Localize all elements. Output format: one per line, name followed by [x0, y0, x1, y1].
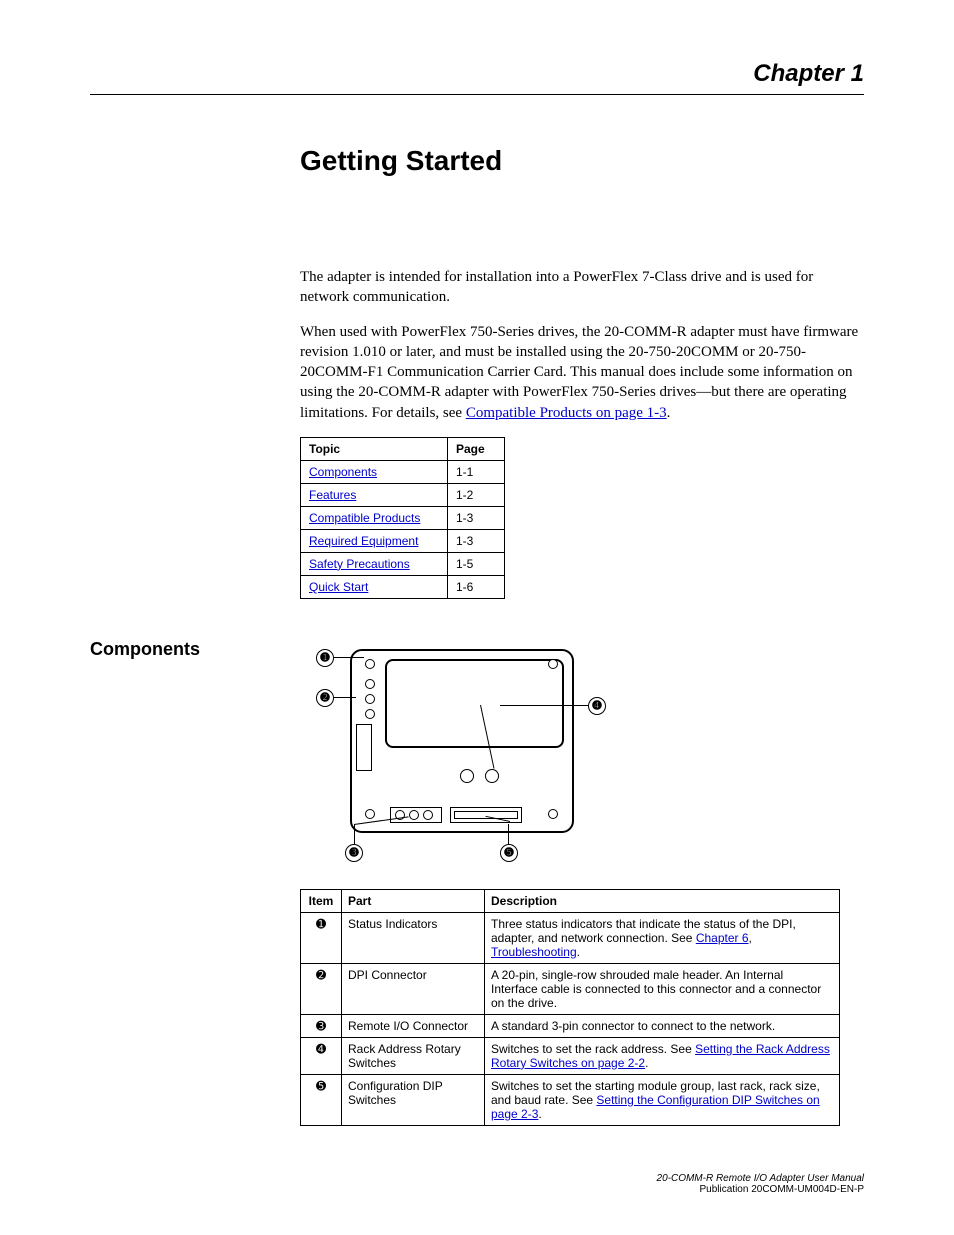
- topic-table: Topic Page Components 1-1 Features 1-2 C…: [300, 437, 505, 599]
- comp-head-desc: Description: [485, 889, 840, 912]
- footer-publication: Publication 20COMM-UM004D-EN-P: [657, 1184, 864, 1195]
- components-diagram: ➊ ➋ ➌ ➍ ➎: [310, 639, 610, 869]
- topic-page: 1-2: [448, 483, 505, 506]
- status-led-icon: [365, 694, 375, 704]
- topic-row: Safety Precautions 1-5: [301, 552, 505, 575]
- comp-item: ➍: [301, 1037, 342, 1074]
- dip-switch-icon: [450, 807, 522, 823]
- header-rule: [90, 94, 864, 95]
- topic-link-features[interactable]: Features: [309, 488, 356, 502]
- comp-desc-tail: .: [538, 1107, 541, 1121]
- status-led-icon: [365, 679, 375, 689]
- intro-paragraph-1: The adapter is intended for installation…: [300, 267, 864, 308]
- rotary-switch-icon: [485, 769, 499, 783]
- screw-icon: [365, 809, 375, 819]
- topic-page: 1-3: [448, 529, 505, 552]
- topic-row: Compatible Products 1-3: [301, 506, 505, 529]
- topic-row: Components 1-1: [301, 460, 505, 483]
- topic-row: Quick Start 1-6: [301, 575, 505, 598]
- topic-row: Features 1-2: [301, 483, 505, 506]
- page-title: Getting Started: [300, 145, 864, 177]
- comp-desc-text: Switches to set the rack address. See: [491, 1042, 695, 1056]
- components-section: Components: [90, 639, 864, 1126]
- components-body: ➊ ➋ ➌ ➍ ➎: [300, 639, 840, 1126]
- comp-item: ➊: [301, 912, 342, 963]
- comp-desc-tail: .: [645, 1056, 648, 1070]
- callout-2: ➋: [316, 689, 334, 707]
- comp-desc-tail: .: [577, 945, 580, 959]
- intro-paragraph-2: When used with PowerFlex 750-Series driv…: [300, 322, 864, 423]
- page-header: Page: [448, 437, 505, 460]
- comp-desc: A 20-pin, single-row shrouded male heade…: [485, 963, 840, 1014]
- comp-desc: Switches to set the starting module grou…: [485, 1074, 840, 1125]
- callout-5: ➎: [500, 844, 518, 862]
- comp-part: DPI Connector: [342, 963, 485, 1014]
- topic-link-quick-start[interactable]: Quick Start: [309, 580, 368, 594]
- callout-1: ➊: [316, 649, 334, 667]
- remote-io-connector-icon: [390, 807, 442, 823]
- topic-link-required-equipment[interactable]: Required Equipment: [309, 534, 418, 548]
- screw-icon: [548, 659, 558, 669]
- comp-row: ➊ Status Indicators Three status indicat…: [301, 912, 840, 963]
- para2-text-b: .: [667, 405, 671, 421]
- topic-link-safety-precautions[interactable]: Safety Precautions: [309, 557, 410, 571]
- comp-row: ➎ Configuration DIP Switches Switches to…: [301, 1074, 840, 1125]
- comp-item: ➎: [301, 1074, 342, 1125]
- comp-desc: Three status indicators that indicate th…: [485, 912, 840, 963]
- comp-desc: A standard 3-pin connector to connect to…: [485, 1014, 840, 1037]
- screw-icon: [548, 809, 558, 819]
- topic-page: 1-6: [448, 575, 505, 598]
- adapter-lid-icon: [385, 659, 564, 748]
- footer-manual-title: 20-COMM-R Remote I/O Adapter User Manual: [657, 1173, 864, 1184]
- comp-head-item: Item: [301, 889, 342, 912]
- topic-page: 1-5: [448, 552, 505, 575]
- leader-line: [508, 824, 509, 844]
- content-column: Getting Started The adapter is intended …: [300, 145, 864, 599]
- comp-row: ➋ DPI Connector A 20-pin, single-row shr…: [301, 963, 840, 1014]
- page-footer: 20-COMM-R Remote I/O Adapter User Manual…: [657, 1173, 864, 1195]
- chapter-6-link[interactable]: Chapter 6: [696, 931, 749, 945]
- components-heading: Components: [90, 639, 300, 1126]
- comp-head-part: Part: [342, 889, 485, 912]
- comp-row: ➌ Remote I/O Connector A standard 3-pin …: [301, 1014, 840, 1037]
- comp-part: Rack Address Rotary Switches: [342, 1037, 485, 1074]
- leader-line: [354, 824, 355, 844]
- comp-desc-sep: ,: [749, 931, 752, 945]
- document-page: Chapter 1 Getting Started The adapter is…: [0, 0, 954, 1235]
- topic-link-compatible-products[interactable]: Compatible Products: [309, 511, 420, 525]
- callout-4: ➍: [588, 697, 606, 715]
- leader-line: [334, 657, 364, 658]
- dpi-connector-icon: [356, 724, 372, 771]
- comp-item: ➋: [301, 963, 342, 1014]
- comp-item: ➌: [301, 1014, 342, 1037]
- compatible-products-link[interactable]: Compatible Products on page 1-3: [466, 405, 667, 421]
- status-led-icon: [365, 709, 375, 719]
- comp-part: Status Indicators: [342, 912, 485, 963]
- chapter-label: Chapter 1: [90, 60, 864, 88]
- comp-part: Configuration DIP Switches: [342, 1074, 485, 1125]
- rotary-switch-icon: [460, 769, 474, 783]
- components-table: Item Part Description ➊ Status Indicator…: [300, 889, 840, 1126]
- troubleshooting-link[interactable]: Troubleshooting: [491, 945, 577, 959]
- callout-3: ➌: [345, 844, 363, 862]
- topic-page: 1-3: [448, 506, 505, 529]
- comp-row: ➍ Rack Address Rotary Switches Switches …: [301, 1037, 840, 1074]
- topic-header: Topic: [301, 437, 448, 460]
- screw-icon: [365, 659, 375, 669]
- leader-line: [500, 705, 588, 706]
- comp-part: Remote I/O Connector: [342, 1014, 485, 1037]
- comp-desc: Switches to set the rack address. See Se…: [485, 1037, 840, 1074]
- topic-page: 1-1: [448, 460, 505, 483]
- topic-row: Required Equipment 1-3: [301, 529, 505, 552]
- topic-link-components[interactable]: Components: [309, 465, 377, 479]
- leader-line: [334, 697, 356, 698]
